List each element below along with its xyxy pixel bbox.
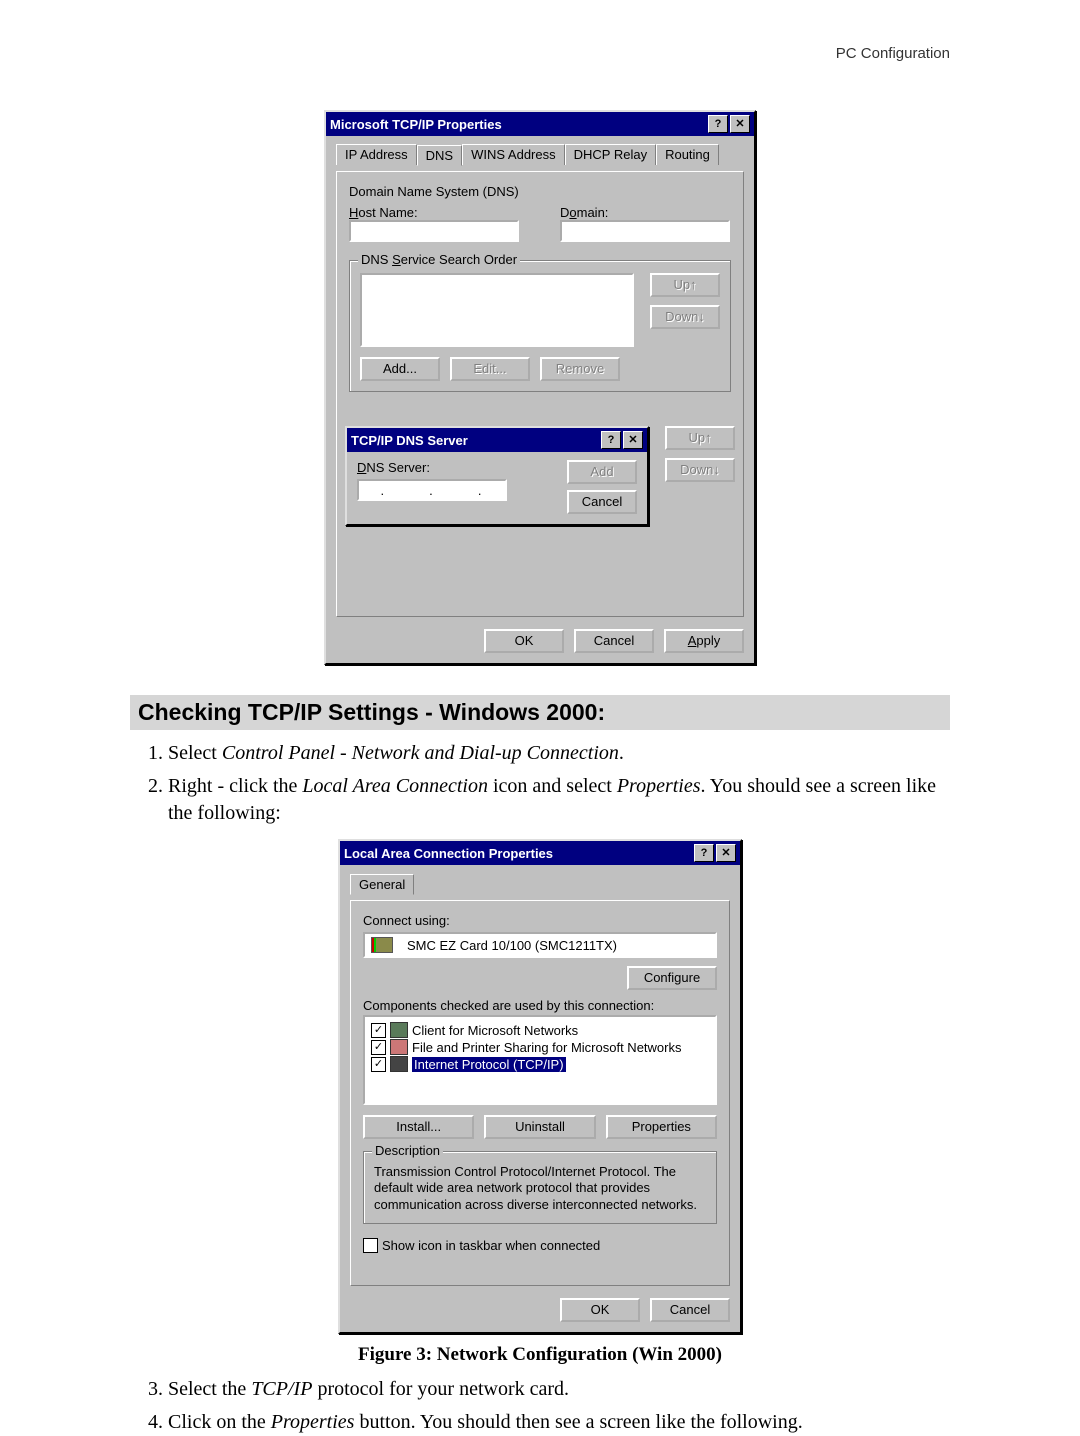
step-2: Right - click the Local Area Connection … xyxy=(168,773,950,827)
share-icon xyxy=(390,1039,408,1055)
description-text: Transmission Control Protocol/Internet P… xyxy=(374,1164,706,1213)
components-list[interactable]: ✓ Client for Microsoft Networks ✓ File a… xyxy=(363,1015,717,1105)
cancel-button[interactable]: Cancel xyxy=(574,629,654,653)
figure-caption: Figure 3: Network Configuration (Win 200… xyxy=(130,1344,950,1366)
apply-button[interactable]: Apply xyxy=(664,629,744,653)
ok-button[interactable]: OK xyxy=(484,629,564,653)
up-button[interactable]: Up↑ xyxy=(650,273,720,297)
properties-button[interactable]: Properties xyxy=(606,1115,717,1139)
help-icon[interactable]: ? xyxy=(694,844,714,862)
checkbox-icon[interactable]: ✓ xyxy=(371,1023,386,1038)
checkbox-icon[interactable]: ✓ xyxy=(371,1057,386,1072)
checkbox-icon[interactable]: ✓ xyxy=(371,1040,386,1055)
lan-properties-dialog: Local Area Connection Properties ? ✕ Gen… xyxy=(338,839,742,1334)
component-client[interactable]: ✓ Client for Microsoft Networks xyxy=(371,1022,709,1038)
tab-wins-address[interactable]: WINS Address xyxy=(462,144,565,165)
step-4: Click on the Properties button. You shou… xyxy=(168,1409,950,1436)
tcpip-dns-server-dialog: TCP/IP DNS Server ? ✕ DNS Server: xyxy=(345,426,649,526)
close-icon[interactable]: ✕ xyxy=(623,431,643,449)
steps-list-2: Select the TCP/IP protocol for your netw… xyxy=(130,1376,950,1436)
install-button[interactable]: Install... xyxy=(363,1115,474,1139)
components-label: Components checked are used by this conn… xyxy=(363,998,717,1013)
tcpip-properties-dialog: Microsoft TCP/IP Properties ? ✕ IP Addre… xyxy=(324,110,756,665)
dialog-title: Microsoft TCP/IP Properties xyxy=(330,117,502,132)
down-button[interactable]: Down↓ xyxy=(650,305,720,329)
tab-dns[interactable]: DNS xyxy=(417,145,462,166)
domain-input[interactable] xyxy=(560,220,730,242)
down-button-2[interactable]: Down↓ xyxy=(665,458,735,482)
tcpip-selected: Internet Protocol (TCP/IP) xyxy=(412,1057,566,1072)
computer-icon xyxy=(390,1022,408,1038)
tab-routing[interactable]: Routing xyxy=(656,144,719,165)
dialog-titlebar: Microsoft TCP/IP Properties ? ✕ xyxy=(326,112,754,136)
description-label: Description xyxy=(372,1143,443,1158)
section-heading: Checking TCP/IP Settings - Windows 2000: xyxy=(130,695,950,730)
add-button[interactable]: Add... xyxy=(360,357,440,381)
help-icon[interactable]: ? xyxy=(708,115,728,133)
host-name-label: Host Name: xyxy=(349,205,520,220)
component-fileshare[interactable]: ✓ File and Printer Sharing for Microsoft… xyxy=(371,1039,709,1055)
tabs: IP Address DNS WINS Address DHCP Relay R… xyxy=(336,144,744,165)
tab-ip-address[interactable]: IP Address xyxy=(336,144,417,165)
dns-add-button[interactable]: Add xyxy=(567,460,637,484)
component-tcpip[interactable]: ✓ Internet Protocol (TCP/IP) xyxy=(371,1056,709,1072)
configure-button[interactable]: Configure xyxy=(627,966,717,990)
steps-list-1: Select Control Panel - Network and Dial-… xyxy=(130,740,950,827)
tab-general[interactable]: General xyxy=(350,874,414,895)
dns-cancel-button[interactable]: Cancel xyxy=(567,490,637,514)
up-button-2[interactable]: Up↑ xyxy=(665,426,735,450)
dns-group-label: Domain Name System (DNS) xyxy=(349,184,731,199)
show-icon-checkbox[interactable]: Show icon in taskbar when connected xyxy=(363,1238,717,1253)
dns-search-list[interactable] xyxy=(360,273,634,347)
host-name-input[interactable] xyxy=(349,220,519,242)
cancel-button[interactable]: Cancel xyxy=(650,1298,730,1322)
lan-dialog-title: Local Area Connection Properties xyxy=(344,846,553,861)
nic-icon xyxy=(371,937,393,953)
domain-label: Domain: xyxy=(560,205,731,220)
close-icon[interactable]: ✕ xyxy=(716,844,736,862)
tab-dhcp-relay[interactable]: DHCP Relay xyxy=(565,144,656,165)
edit-button[interactable]: Edit... xyxy=(450,357,530,381)
search-order-label: DNS Service Search Order xyxy=(358,252,520,267)
adapter-name: SMC EZ Card 10/100 (SMC1211TX) xyxy=(407,938,617,953)
step-1: Select Control Panel - Network and Dial-… xyxy=(168,740,950,767)
dns-server-ip-input[interactable]: ... xyxy=(357,479,507,501)
protocol-icon xyxy=(390,1056,408,1072)
uninstall-button[interactable]: Uninstall xyxy=(484,1115,595,1139)
checkbox-icon[interactable] xyxy=(363,1238,378,1253)
adapter-field: SMC EZ Card 10/100 (SMC1211TX) xyxy=(363,932,717,958)
ok-button[interactable]: OK xyxy=(560,1298,640,1322)
close-icon[interactable]: ✕ xyxy=(730,115,750,133)
step-3: Select the TCP/IP protocol for your netw… xyxy=(168,1376,950,1403)
remove-button[interactable]: Remove xyxy=(540,357,620,381)
dns-server-label: DNS Server: xyxy=(357,460,555,475)
connect-using-label: Connect using: xyxy=(363,913,717,928)
help-icon[interactable]: ? xyxy=(601,431,621,449)
page-header-right: PC Configuration xyxy=(836,45,950,62)
dns-server-dialog-title: TCP/IP DNS Server xyxy=(351,433,468,448)
